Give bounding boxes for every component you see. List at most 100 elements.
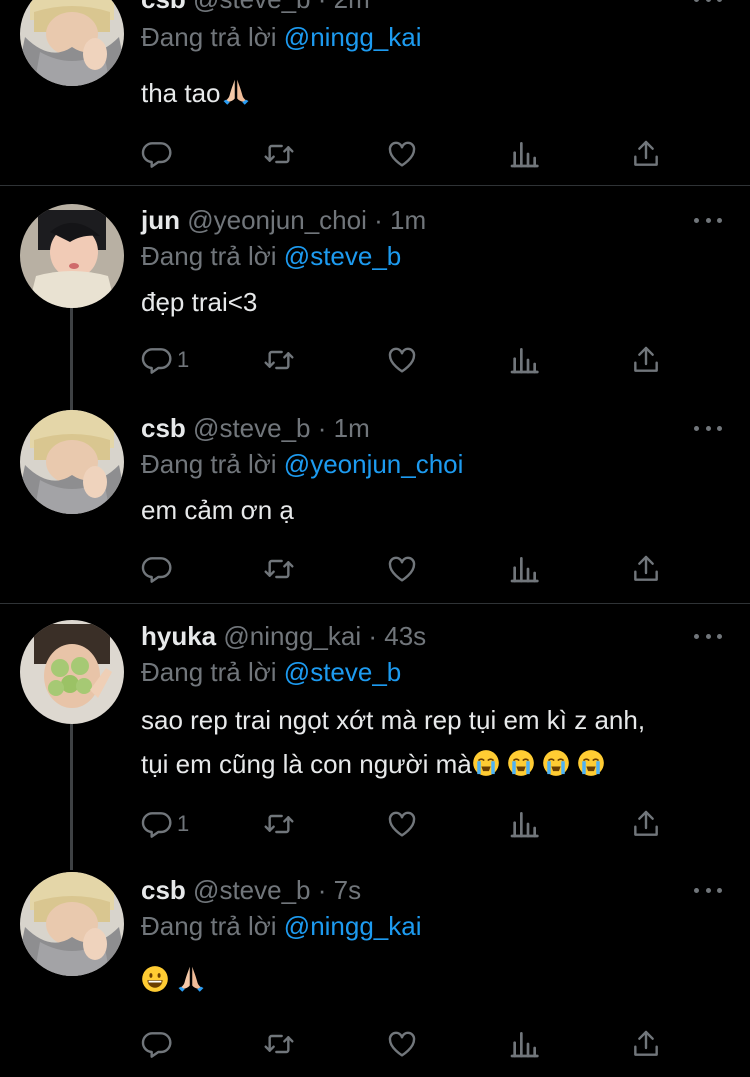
handle[interactable]: @yeonjun_choi [187, 205, 367, 235]
tweet-header: jun @yeonjun_choi · 1m [141, 205, 426, 235]
retweet-button[interactable] [263, 136, 295, 172]
retweet-button[interactable] [263, 342, 295, 378]
replying-prefix: Đang trả lời [141, 657, 277, 687]
mention-link[interactable]: @ningg_kai [284, 911, 422, 941]
like-button[interactable] [386, 342, 418, 378]
more-icon[interactable] [694, 875, 722, 905]
display-name[interactable]: csb [141, 875, 186, 905]
reply-icon [141, 138, 173, 170]
replying-to: Đang trả lời @ningg_kai [141, 22, 422, 52]
reply-icon [141, 808, 173, 840]
views-button[interactable] [508, 1026, 540, 1062]
thread-line [70, 724, 73, 870]
more-icon[interactable] [694, 413, 722, 443]
mention-link[interactable]: @steve_b [284, 657, 401, 687]
avatar[interactable] [20, 410, 124, 514]
share-button[interactable] [630, 806, 662, 842]
retweet-button[interactable] [263, 551, 295, 587]
views-button[interactable] [508, 342, 540, 378]
share-icon [630, 138, 662, 170]
loudly-crying-face-icon [542, 749, 570, 777]
timestamp[interactable]: 7s [334, 875, 361, 905]
like-button[interactable] [386, 806, 418, 842]
loudly-crying-face-icon [507, 749, 535, 777]
retweet-button[interactable] [263, 1026, 295, 1062]
avatar[interactable] [20, 872, 124, 976]
tweet-text-content: tha tao [141, 78, 221, 108]
views-button[interactable] [508, 551, 540, 587]
replying-prefix: Đang trả lời [141, 22, 277, 52]
replying-to: Đang trả lời @yeonjun_choi [141, 449, 463, 479]
tweet-text: em cảm ơn ạ [141, 490, 731, 530]
replying-prefix: Đang trả lời [141, 241, 277, 271]
separator-dot: · [368, 621, 378, 651]
reply-count: 1 [177, 347, 190, 372]
tweet-text [141, 960, 731, 1000]
display-name[interactable]: csb [141, 0, 186, 14]
divider [0, 603, 750, 604]
retweet-icon [263, 1028, 295, 1060]
views-icon [508, 344, 540, 376]
avatar[interactable] [20, 620, 124, 724]
retweet-icon [263, 138, 295, 170]
tweet-text: tha tao [141, 73, 731, 113]
reply-button[interactable]: 1 [141, 806, 189, 842]
tweet-text: đẹp trai<3 [141, 282, 731, 322]
tweet-text-line-2: tụi em cũng là con người mà [141, 749, 472, 779]
reply-button[interactable] [141, 136, 177, 172]
like-icon [386, 808, 418, 840]
share-icon [630, 344, 662, 376]
handle[interactable]: @steve_b [193, 875, 310, 905]
share-button[interactable] [630, 551, 662, 587]
tweet-header: csb @steve_b · 2m [141, 0, 370, 14]
timestamp[interactable]: 2m [334, 0, 370, 14]
avatar[interactable] [20, 0, 124, 86]
reply-count: 1 [177, 811, 190, 836]
handle[interactable]: @steve_b [193, 413, 310, 443]
action-bar [0, 551, 750, 591]
timestamp[interactable]: 1m [390, 205, 426, 235]
like-icon [386, 344, 418, 376]
views-icon [508, 553, 540, 585]
folded-hands-icon [176, 963, 206, 993]
replying-to: Đang trả lời @steve_b [141, 241, 401, 271]
timestamp[interactable]: 43s [384, 621, 426, 651]
separator-dot: · [317, 413, 327, 443]
avatar[interactable] [20, 204, 124, 308]
timestamp[interactable]: 1m [334, 413, 370, 443]
display-name[interactable]: hyuka [141, 621, 216, 651]
reply-icon [141, 553, 173, 585]
like-icon [386, 553, 418, 585]
mention-link[interactable]: @steve_b [284, 241, 401, 271]
handle[interactable]: @steve_b [193, 0, 310, 14]
retweet-button[interactable] [263, 806, 295, 842]
action-bar: 1 [0, 342, 750, 382]
handle[interactable]: @ningg_kai [223, 621, 361, 651]
reply-button[interactable] [141, 551, 177, 587]
more-icon[interactable] [694, 0, 722, 14]
display-name[interactable]: csb [141, 413, 186, 443]
like-icon [386, 138, 418, 170]
reply-icon [141, 1028, 173, 1060]
like-button[interactable] [386, 136, 418, 172]
retweet-icon [263, 808, 295, 840]
tweet-header: csb @steve_b · 7s [141, 875, 361, 905]
like-button[interactable] [386, 551, 418, 587]
reply-button[interactable]: 1 [141, 342, 189, 378]
more-icon[interactable] [694, 205, 722, 235]
share-button[interactable] [630, 342, 662, 378]
share-button[interactable] [630, 1026, 662, 1062]
mention-link[interactable]: @ningg_kai [284, 22, 422, 52]
tweet-text: sao rep trai ngọt xớt mà rep tụi em kì z… [141, 698, 731, 786]
like-button[interactable] [386, 1026, 418, 1062]
like-icon [386, 1028, 418, 1060]
reply-button[interactable] [141, 1026, 177, 1062]
share-button[interactable] [630, 136, 662, 172]
views-button[interactable] [508, 806, 540, 842]
tweet-header: hyuka @ningg_kai · 43s [141, 621, 426, 651]
mention-link[interactable]: @yeonjun_choi [284, 449, 464, 479]
more-icon[interactable] [694, 621, 722, 651]
display-name[interactable]: jun [141, 205, 180, 235]
views-button[interactable] [508, 136, 540, 172]
views-icon [508, 138, 540, 170]
